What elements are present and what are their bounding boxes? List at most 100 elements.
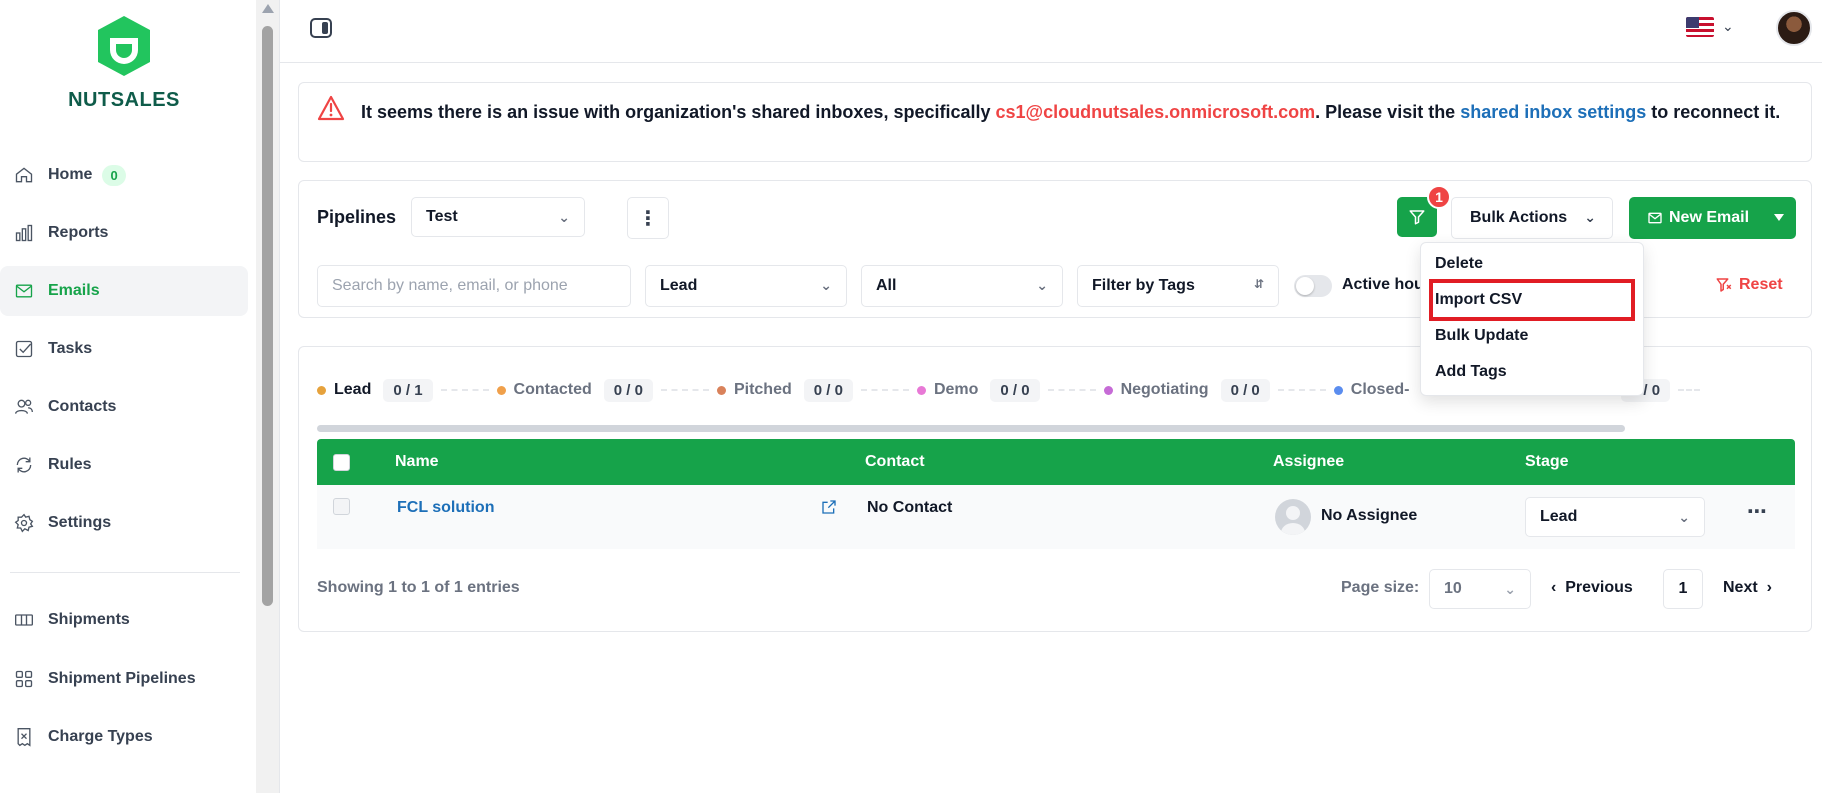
stage-pitched[interactable]: Pitched 0 / 0 [716, 378, 853, 402]
stage-lead[interactable]: Lead 0 / 1 [317, 378, 433, 402]
alert-prefix: It seems there is an issue with organiza… [361, 102, 996, 122]
next-page-button[interactable]: Next › [1723, 579, 1772, 597]
chevron-down-icon: ⌄ [1504, 581, 1516, 597]
stage-contacted[interactable]: Contacted 0 / 0 [496, 378, 653, 402]
stage-dot [1333, 385, 1343, 395]
stage-separator [860, 389, 909, 391]
shared-inbox-settings-link[interactable]: shared inbox settings [1460, 102, 1646, 122]
shared-inbox-alert: It seems there is an issue with organiza… [298, 82, 1812, 162]
chevron-down-icon: ⌄ [558, 209, 570, 225]
scrollbar-thumb[interactable] [262, 26, 273, 606]
stage-dot [317, 385, 326, 395]
menu-item-delete[interactable]: Delete [1435, 255, 1483, 273]
sidebar-item-label: Contacts [48, 398, 117, 415]
new-email-label: New Email [1669, 209, 1750, 226]
sidebar-item-settings[interactable]: Settings [0, 498, 248, 548]
stage-demo[interactable]: Demo 0 / 0 [916, 378, 1040, 402]
pipeline-select[interactable]: Test ⌄ [411, 197, 585, 237]
stage-count: 0 / 0 [1220, 378, 1270, 402]
sidebar-item-home[interactable]: Home 0 [0, 150, 248, 200]
stage-dot [916, 385, 926, 395]
sidebar-item-emails[interactable]: Emails [0, 266, 248, 316]
brand-name: NUTSALES [68, 89, 180, 111]
sidebar-divider [10, 572, 240, 573]
stage-negotiating[interactable]: Negotiating 0 / 0 [1103, 378, 1270, 402]
entries-summary: Showing 1 to 1 of 1 entries [317, 579, 520, 596]
row-name-link[interactable]: FCL solution [397, 499, 494, 517]
row-assignee: No Assignee [1321, 507, 1418, 524]
pipeline-options-button[interactable]: ⋮ [627, 197, 669, 239]
row-contact: No Contact [867, 499, 953, 516]
logo-icon [98, 16, 150, 76]
menu-item-add-tags[interactable]: Add Tags [1435, 363, 1507, 381]
assignee-avatar [1275, 499, 1311, 535]
stage-count: 0 / 1 [383, 378, 433, 402]
stage-count: 0 / 0 [803, 378, 853, 402]
table-header: Name Contact Assignee Stage [317, 439, 1795, 485]
new-email-button[interactable]: New Email [1629, 197, 1796, 239]
record-type-select[interactable]: Lead ⌄ [645, 265, 847, 307]
sidebar-item-charge-types[interactable]: Charge Types [0, 712, 248, 762]
sidebar-item-shipments[interactable]: Shipments [0, 595, 248, 645]
sidebar-scrollbar[interactable] [256, 0, 280, 793]
brand-logo[interactable]: NUTSALES [64, 14, 184, 112]
stage-dot [716, 385, 726, 395]
external-link-icon[interactable] [821, 499, 837, 515]
us-flag-icon[interactable] [1686, 17, 1714, 37]
stage-dot [496, 385, 506, 395]
new-email-dropdown-caret-icon[interactable] [1774, 214, 1784, 221]
receipt-icon [14, 727, 34, 747]
mail-icon [14, 281, 34, 301]
sidebar-item-label: Reports [48, 224, 109, 241]
bulk-actions-button[interactable]: Bulk Actions ⌄ [1451, 197, 1613, 239]
scope-value: All [876, 277, 897, 294]
current-page-button[interactable]: 1 [1663, 569, 1703, 609]
stage-name: Contacted [513, 381, 592, 398]
sidebar-item-reports[interactable]: Reports [0, 208, 248, 258]
active-hours-toggle[interactable] [1294, 275, 1332, 297]
row-more-options-icon[interactable]: ⋯ [1747, 499, 1768, 524]
tags-filter-select[interactable]: Filter by Tags ⇵ [1077, 265, 1279, 307]
page-size-select[interactable]: 10 ⌄ [1429, 569, 1531, 609]
sidebar-toggle-icon[interactable] [310, 18, 332, 38]
previous-page-button[interactable]: ‹ Previous [1551, 579, 1633, 597]
sidebar-item-tasks[interactable]: Tasks [0, 324, 248, 374]
stage-horizontal-scrollbar[interactable] [317, 425, 1625, 432]
search-input[interactable] [317, 265, 631, 307]
stage-closed-lost[interactable]: Closed- [1333, 381, 1409, 399]
sidebar-item-shipment-pipelines[interactable]: Shipment Pipelines [0, 654, 248, 704]
column-header-stage[interactable]: Stage [1525, 453, 1569, 471]
scroll-up-arrow-icon[interactable] [262, 4, 274, 13]
chevron-down-icon: ⌄ [1678, 509, 1690, 525]
menu-item-import-csv[interactable]: Import CSV [1435, 291, 1522, 309]
sidebar-item-rules[interactable]: Rules [0, 440, 248, 490]
menu-item-bulk-update[interactable]: Bulk Update [1435, 327, 1528, 345]
row-stage-select[interactable]: Lead ⌄ [1525, 497, 1705, 537]
chevron-down-icon: ⌄ [1584, 209, 1596, 225]
column-header-contact[interactable]: Contact [865, 453, 925, 471]
alert-suffix: to reconnect it. [1646, 102, 1781, 122]
table-row: FCL solution No Contact No Assignee Lead… [317, 485, 1795, 549]
home-icon [14, 165, 34, 185]
sidebar-item-label: Tasks [48, 340, 93, 357]
reset-filters-button[interactable]: Reset [1715, 276, 1783, 294]
chevron-down-icon: ⌄ [820, 277, 832, 293]
user-avatar[interactable] [1776, 10, 1812, 46]
row-stage-value: Lead [1540, 508, 1578, 525]
sidebar-item-label: Charge Types [48, 728, 153, 745]
previous-label: Previous [1565, 579, 1633, 596]
reset-label: Reset [1739, 276, 1783, 293]
sidebar: NUTSALES Home 0 Reports Emails Tasks Con… [0, 0, 256, 793]
column-header-name[interactable]: Name [395, 453, 439, 471]
scope-select[interactable]: All ⌄ [861, 265, 1063, 307]
chevron-down-icon[interactable]: ⌄ [1722, 18, 1734, 35]
bulk-actions-label: Bulk Actions [1470, 209, 1568, 226]
column-header-assignee[interactable]: Assignee [1273, 453, 1344, 471]
row-checkbox[interactable] [333, 498, 350, 515]
stage-separator [660, 389, 709, 391]
sidebar-item-contacts[interactable]: Contacts [0, 382, 248, 432]
stage-name: Negotiating [1120, 381, 1209, 398]
sidebar-item-label: Rules [48, 456, 92, 473]
select-all-checkbox[interactable] [333, 454, 350, 471]
sidebar-item-label: Settings [48, 514, 112, 531]
